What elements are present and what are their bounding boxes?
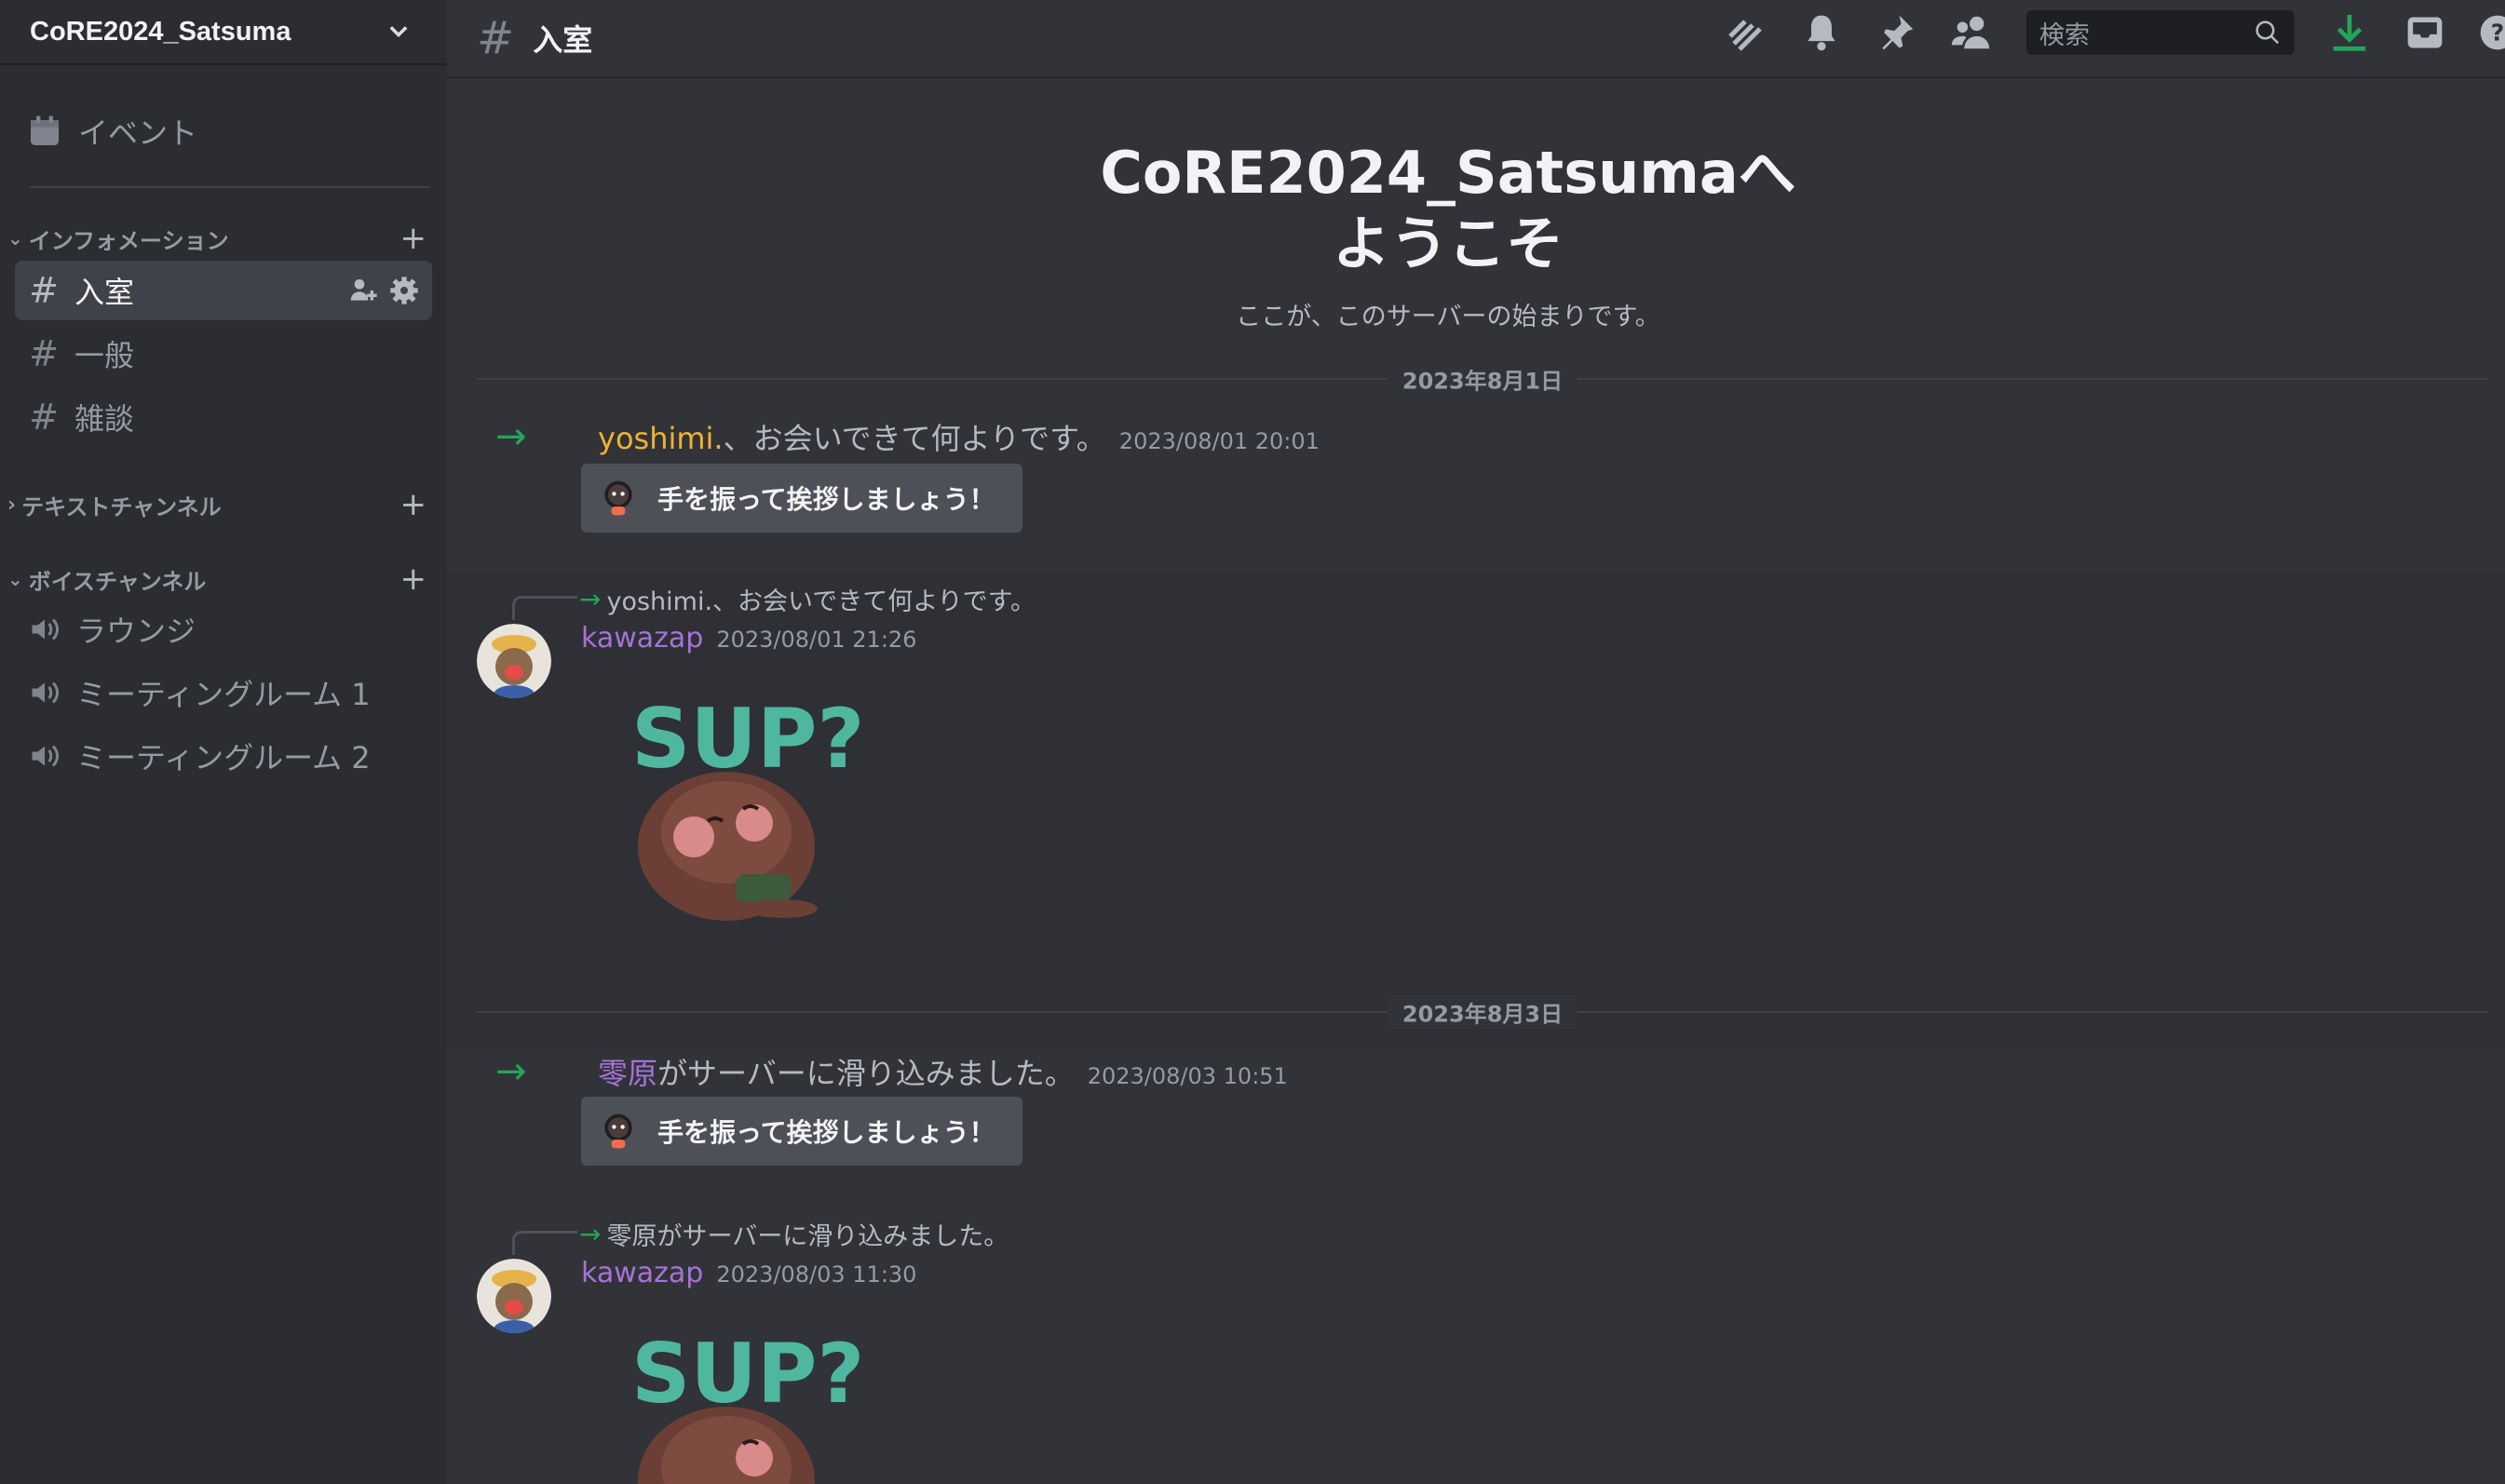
wave-label: 手を振って挨拶しましょう！: [657, 484, 995, 515]
sticker-text: SUP?: [631, 691, 864, 787]
chevron-down-icon[interactable]: [386, 19, 412, 45]
join-text: がサーバーに滑り込みました。: [657, 1056, 1075, 1091]
arrow-icon: →: [579, 1218, 602, 1249]
hash-icon: #: [29, 397, 59, 438]
invite-icon[interactable]: [348, 276, 378, 305]
search-icon: [2255, 20, 2280, 45]
channel-zatsudan[interactable]: # 雑談: [15, 387, 432, 447]
category-label: ボイスチャンネル: [28, 568, 207, 595]
hash-icon: #: [29, 270, 59, 311]
welcome-subtitle: ここが、このサーバーの始まりです。: [1236, 303, 1660, 331]
pin-icon[interactable]: [1875, 12, 1916, 53]
reply-reference[interactable]: → yoshimi.、お会いできて何よりです。: [512, 577, 1036, 620]
wumpus-icon: [604, 480, 632, 516]
username[interactable]: yoshimi.: [598, 421, 724, 456]
category-label: インフォメーション: [28, 227, 229, 254]
chevron-down-icon: ⌄: [7, 568, 23, 590]
timestamp: 2023/08/03 11:30: [716, 1261, 917, 1288]
server-header[interactable]: CoRE2024_Satsuma: [0, 0, 447, 65]
speaker-icon: [32, 681, 59, 704]
category-voice-channels[interactable]: ⌄ ボイスチャンネル +: [0, 560, 447, 598]
channel-label: 雑談: [74, 401, 135, 437]
events-label: イベント: [78, 115, 198, 151]
category-information[interactable]: ⌄ インフォメーション +: [0, 220, 447, 257]
sticker-image[interactable]: SUP?: [615, 683, 866, 935]
timestamp: 2023/08/01 21:26: [716, 627, 917, 653]
svg-text:?: ?: [2491, 19, 2505, 46]
speaker-icon: [32, 745, 59, 767]
sticker-image[interactable]: SUP?: [615, 1318, 866, 1484]
channel-header: # 入室 検索 ?: [447, 0, 2505, 78]
channel-label: ラウンジ: [76, 614, 196, 649]
inbox-icon[interactable]: [2404, 12, 2445, 53]
arrow-icon: →: [579, 583, 602, 614]
search-placeholder: 検索: [2039, 20, 2090, 50]
add-channel-icon[interactable]: +: [400, 220, 427, 257]
join-text: 、お会いできて何よりです。: [723, 421, 1106, 456]
bell-icon[interactable]: [1801, 12, 1842, 53]
channel-title: 入室: [533, 22, 593, 58]
avatar[interactable]: [477, 624, 551, 698]
channel-nyushitsu[interactable]: # 入室: [15, 261, 432, 320]
message-area: CoRE2024_Satsumaへようこそ ここが、このサーバーの始まりです。 …: [447, 80, 2505, 1484]
download-icon[interactable]: [2328, 11, 2371, 54]
category-text-channels[interactable]: › テキストチャンネル +: [0, 486, 447, 523]
add-channel-icon[interactable]: +: [400, 560, 427, 598]
join-arrow-icon: →: [495, 415, 527, 458]
server-name: CoRE2024_Satsuma: [30, 16, 291, 47]
author-name[interactable]: kawazap: [581, 622, 703, 654]
system-join-message: → 零原がサーバーに滑り込みました。 2023/08/03 10:51: [495, 1050, 1288, 1093]
add-channel-icon[interactable]: +: [400, 486, 427, 523]
category-label: テキストチャンネル: [21, 493, 222, 520]
members-icon[interactable]: [1950, 11, 1993, 54]
channel-label: ミーティングルーム 1: [76, 677, 371, 712]
hash-icon: #: [29, 333, 59, 374]
date-label: 2023年8月3日: [1387, 995, 1578, 1029]
welcome-title: CoRE2024_Satsumaへようこそ: [1100, 139, 1796, 277]
chevron-down-icon: ⌄: [7, 227, 23, 250]
threads-icon[interactable]: [1723, 10, 1767, 55]
date-divider: 2023年8月3日: [477, 995, 2488, 1029]
channel-label: 一般: [74, 338, 135, 373]
date-divider: 2023年8月1日: [477, 362, 2488, 396]
avatar-image: [477, 1259, 551, 1333]
channel-label: ミーティングルーム 2: [76, 740, 371, 776]
channel-sidebar: CoRE2024_Satsuma イベント ⌄ インフォメーション + # 入室 …: [0, 0, 447, 1484]
gear-icon[interactable]: [389, 276, 419, 305]
voice-channel-meeting-2[interactable]: ミーティングルーム 2: [15, 726, 432, 786]
sidebar-divider: [30, 186, 430, 188]
channel-label: 入室: [74, 275, 135, 310]
author-name[interactable]: kawazap: [581, 1257, 703, 1289]
reply-text: 零原がサーバーに滑り込みました。: [606, 1221, 1009, 1251]
wave-label: 手を振って挨拶しましょう！: [657, 1117, 995, 1148]
wave-button[interactable]: 手を振って挨拶しましょう！: [581, 1097, 1022, 1166]
help-icon[interactable]: ?: [2479, 14, 2505, 51]
message-header: kawazap 2023/08/03 11:30: [581, 1257, 916, 1289]
calendar-icon: [31, 115, 59, 145]
username[interactable]: 零原: [598, 1056, 657, 1091]
channel-ippan[interactable]: # 一般: [15, 324, 432, 384]
search-input[interactable]: 検索: [2026, 10, 2295, 55]
message-header: kawazap 2023/08/01 21:26: [581, 622, 916, 654]
timestamp: 2023/08/01 20:01: [1118, 428, 1320, 454]
system-join-message: → yoshimi.、お会いできて何よりです。 2023/08/01 20:01: [495, 415, 1320, 458]
voice-channel-meeting-1[interactable]: ミーティングルーム 1: [15, 663, 432, 722]
voice-channel-lounge[interactable]: ラウンジ: [15, 600, 432, 659]
avatar-image: [477, 624, 551, 698]
hash-icon: #: [477, 12, 515, 64]
chevron-right-icon: ›: [7, 492, 17, 517]
speaker-icon: [32, 618, 59, 641]
sticker-text: SUP?: [631, 1326, 864, 1422]
date-label: 2023年8月1日: [1387, 362, 1578, 396]
reply-reference[interactable]: → 零原がサーバーに滑り込みました。: [512, 1212, 1009, 1255]
wave-button[interactable]: 手を振って挨拶しましょう！: [581, 464, 1022, 533]
wumpus-icon: [604, 1113, 632, 1149]
avatar[interactable]: [477, 1259, 551, 1333]
reply-text: yoshimi.、お会いできて何よりです。: [606, 587, 1036, 616]
events-link[interactable]: イベント: [28, 99, 432, 164]
join-arrow-icon: →: [495, 1050, 527, 1093]
timestamp: 2023/08/03 10:51: [1087, 1063, 1288, 1089]
